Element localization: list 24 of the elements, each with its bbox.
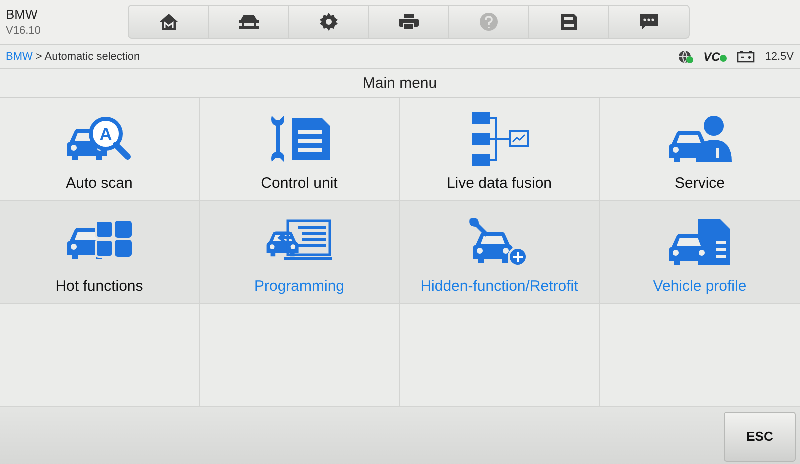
lift-icon [236, 12, 260, 32]
esc-button[interactable]: ESC [724, 412, 796, 462]
version-label: V16.10 [6, 25, 42, 37]
globe-connected-icon [678, 50, 694, 64]
home-icon [158, 13, 178, 31]
menu-title: Main menu [0, 69, 800, 98]
vci-label: VC [704, 50, 720, 64]
menu-tile[interactable]: A Auto scan [0, 98, 200, 201]
menu-tile[interactable]: Hot functions [0, 201, 200, 304]
breadcrumb-text: > Automatic selection [36, 50, 142, 62]
settings-icon [318, 12, 338, 32]
chat-icon [639, 13, 659, 31]
menu-tile[interactable]: Control unit [200, 98, 400, 201]
menu-tile[interactable]: Live data fusion [400, 98, 600, 201]
save-icon [560, 13, 578, 31]
printer-icon [398, 13, 420, 31]
car-document-icon [668, 217, 732, 267]
connected-dot-icon [720, 55, 728, 62]
voltage-label: 12.5V [765, 50, 794, 62]
battery-icon [737, 50, 756, 62]
data-tree-icon [470, 111, 530, 167]
car-technician-icon [668, 114, 732, 164]
help-icon [478, 12, 498, 32]
app-title: BMW [6, 7, 39, 22]
